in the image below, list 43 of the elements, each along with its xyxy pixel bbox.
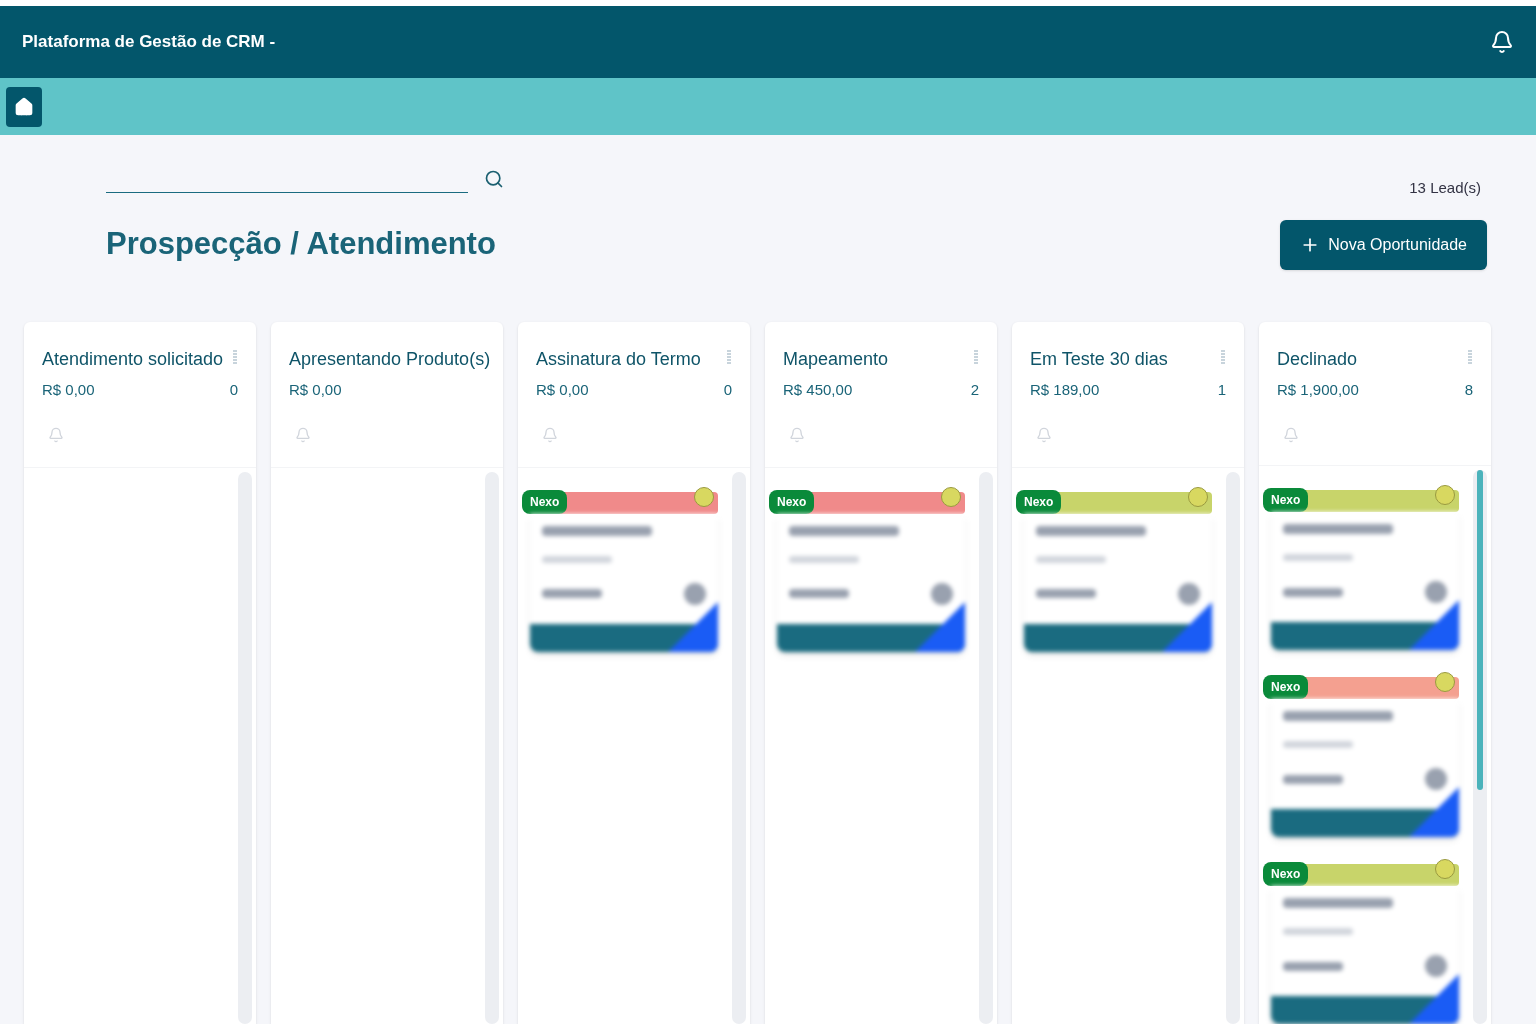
drag-handle-icon[interactable] — [232, 348, 238, 365]
column-total: R$ 1,900,00 — [1277, 379, 1359, 400]
bell-icon[interactable] — [295, 427, 311, 443]
column-title: Apresentando Produto(s) — [289, 347, 491, 371]
column-count: 2 — [970, 379, 979, 400]
drag-handle-icon[interactable] — [726, 348, 732, 365]
column-count: 0 — [723, 379, 732, 400]
home-icon — [14, 96, 34, 117]
column-total: R$ 0,00 — [289, 379, 342, 400]
column-count: 8 — [1464, 379, 1473, 400]
column-count: 1 — [1217, 379, 1226, 400]
column-total: R$ 0,00 — [536, 379, 589, 400]
tag-badge: Nexo — [522, 489, 568, 514]
column-title: Declinado — [1277, 347, 1358, 371]
bell-icon[interactable] — [1283, 427, 1299, 443]
bell-icon[interactable] — [542, 427, 558, 443]
tag-badge: Nexo — [1263, 862, 1309, 886]
column-title: Assinatura do Termo — [536, 347, 701, 371]
column-total: R$ 189,00 — [1030, 379, 1100, 400]
app-title: Plataforma de Gestão de CRM - — [22, 31, 276, 54]
drag-handle-icon[interactable] — [1467, 348, 1473, 365]
bell-icon[interactable] — [789, 427, 805, 443]
column-count: 0 — [229, 379, 238, 400]
column-total: R$ 450,00 — [783, 379, 853, 400]
drag-handle-icon[interactable] — [1220, 348, 1226, 365]
notification-bell-icon[interactable] — [1490, 30, 1514, 54]
tag-badge: Nexo — [1263, 675, 1309, 699]
tag-badge: Nexo — [769, 489, 815, 514]
tag-badge: Nexo — [1016, 489, 1062, 514]
tag-badge: Nexo — [1263, 488, 1309, 512]
column-title: Em Teste 30 dias — [1030, 347, 1168, 371]
bell-icon[interactable] — [1036, 427, 1052, 443]
column-title: Atendimento solicitado — [42, 347, 224, 371]
bell-icon[interactable] — [48, 427, 64, 443]
home-button[interactable] — [6, 86, 42, 127]
drag-handle-icon[interactable] — [973, 348, 979, 365]
scrollbar-thumb[interactable] — [1477, 470, 1483, 790]
column-title: Mapeamento — [783, 347, 889, 371]
leads-count: 13 Lead(s) — [1409, 178, 1481, 198]
column-total: R$ 0,00 — [42, 379, 95, 400]
new-opportunity-button[interactable]: Nova Oportunidade — [1280, 219, 1487, 270]
page-title: Prospecção / Atendimento — [106, 225, 496, 264]
search-icon[interactable] — [484, 169, 504, 189]
